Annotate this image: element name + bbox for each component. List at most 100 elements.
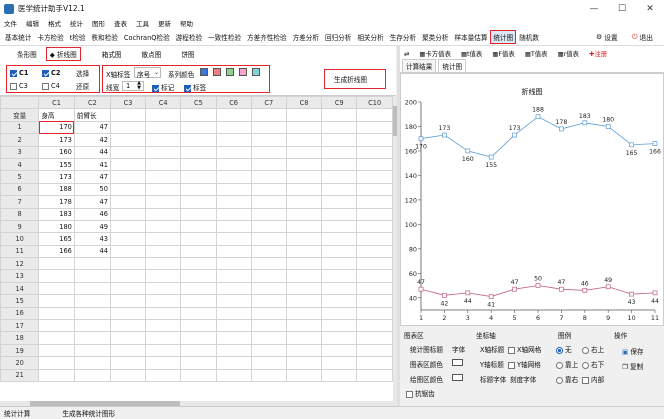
grid-cell[interactable] bbox=[215, 145, 252, 159]
menu-update[interactable]: 更新 bbox=[158, 18, 171, 28]
tab-line-chart[interactable]: ◆ 折线图 bbox=[45, 46, 81, 61]
grid-cell[interactable]: 165 bbox=[38, 232, 75, 246]
grid-cell[interactable] bbox=[215, 294, 252, 308]
linewidth-stepper[interactable]: 1 ▲ ▼ bbox=[122, 81, 144, 91]
grid-cell[interactable] bbox=[73, 343, 111, 358]
column-header-c10[interactable]: C10 bbox=[356, 96, 393, 110]
grid-cell[interactable] bbox=[180, 145, 217, 159]
grid-cell[interactable] bbox=[145, 195, 182, 209]
grid-cell[interactable] bbox=[215, 182, 252, 197]
grid-cell[interactable] bbox=[109, 368, 147, 383]
lookup-r[interactable]: ▦r值表 bbox=[558, 49, 579, 58]
module-random[interactable]: 随机数 bbox=[516, 32, 542, 42]
grid-cell[interactable]: 155 bbox=[38, 157, 75, 172]
grid-cell[interactable]: 46 bbox=[73, 207, 111, 221]
grid-cell[interactable] bbox=[250, 281, 287, 296]
variable-name-cell[interactable] bbox=[285, 108, 323, 122]
grid-cell[interactable] bbox=[356, 170, 393, 184]
tab-stat-chart[interactable]: 统计图 bbox=[438, 59, 467, 72]
grid-cell[interactable] bbox=[285, 244, 323, 259]
chart-bg-color[interactable] bbox=[452, 358, 463, 366]
grid-cell[interactable] bbox=[250, 157, 287, 172]
grid-cell[interactable] bbox=[285, 195, 323, 209]
grid-cell[interactable]: 178 bbox=[38, 195, 75, 209]
grid-cell[interactable]: 170 bbox=[38, 120, 75, 135]
maximize-button[interactable]: ☐ bbox=[608, 0, 636, 17]
exit-button[interactable]: ⏻ 退出 bbox=[632, 28, 653, 46]
grid-cell[interactable] bbox=[250, 170, 287, 184]
grid-cell[interactable] bbox=[285, 232, 323, 246]
grid-cell[interactable] bbox=[145, 207, 182, 221]
grid-cell[interactable] bbox=[109, 356, 147, 370]
grid-cell[interactable] bbox=[145, 294, 182, 308]
legend-top-radio[interactable]: 靠上 bbox=[556, 359, 578, 369]
grid-cell[interactable] bbox=[321, 170, 358, 184]
grid-cell[interactable] bbox=[38, 294, 75, 308]
grid-cell[interactable] bbox=[145, 232, 182, 246]
swap-icon[interactable]: ⇄ bbox=[404, 50, 409, 58]
grid-cell[interactable] bbox=[356, 319, 393, 333]
grid-cell[interactable] bbox=[250, 356, 287, 370]
grid-cell[interactable] bbox=[356, 120, 393, 135]
grid-cell[interactable] bbox=[180, 120, 217, 135]
variable-name-cell[interactable] bbox=[180, 108, 217, 122]
tick-font-setting[interactable]: 刻度字体 bbox=[510, 374, 536, 384]
grid-cell[interactable] bbox=[285, 182, 323, 197]
grid-cell[interactable] bbox=[356, 232, 393, 246]
grid-cell[interactable]: 41 bbox=[73, 157, 111, 172]
grid-cell[interactable] bbox=[356, 343, 393, 358]
grid-cell[interactable] bbox=[321, 120, 358, 135]
legend-inside-checkbox[interactable]: 内部 bbox=[582, 374, 604, 384]
antialias-checkbox[interactable]: 抗锯齿 bbox=[406, 388, 435, 398]
grid-cell[interactable] bbox=[38, 356, 75, 370]
grid-cell[interactable] bbox=[145, 219, 182, 234]
column-header-c3[interactable]: C3 bbox=[109, 96, 147, 110]
grid-cell[interactable]: 166 bbox=[38, 244, 75, 259]
grid-cell[interactable] bbox=[215, 281, 252, 296]
grid-cell[interactable] bbox=[73, 331, 111, 345]
grid-cell[interactable]: 173 bbox=[38, 133, 75, 147]
grid-cell[interactable] bbox=[215, 120, 252, 135]
grid-cell[interactable] bbox=[180, 306, 217, 321]
module-runs[interactable]: 游程检验 bbox=[173, 32, 205, 42]
label-checkbox[interactable]: 标签 bbox=[184, 82, 206, 92]
grid-cell[interactable] bbox=[145, 368, 182, 383]
grid-cell[interactable] bbox=[109, 294, 147, 308]
grid-cell[interactable] bbox=[38, 319, 75, 333]
grid-cell[interactable] bbox=[285, 170, 323, 184]
grid-cell[interactable] bbox=[356, 356, 393, 370]
module-rank-sum[interactable]: 秩和检验 bbox=[89, 32, 121, 42]
legend-right-radio[interactable]: 靠右 bbox=[556, 374, 578, 384]
grid-cell[interactable] bbox=[109, 269, 147, 283]
column-header-c7[interactable]: C7 bbox=[250, 96, 287, 110]
column-header-c4[interactable]: C4 bbox=[145, 96, 182, 110]
menu-edit[interactable]: 编辑 bbox=[26, 18, 39, 28]
grid-cell[interactable] bbox=[38, 368, 75, 383]
checkbox-c3[interactable]: C3 bbox=[10, 82, 28, 90]
grid-cell[interactable] bbox=[180, 257, 217, 271]
grid-cell[interactable] bbox=[215, 219, 252, 234]
lookup-T[interactable]: ▦T值表 bbox=[525, 49, 548, 58]
plot-bg-color[interactable] bbox=[452, 373, 463, 381]
grid-cell[interactable] bbox=[356, 257, 393, 271]
grid-cell[interactable] bbox=[180, 343, 217, 358]
tab-pie[interactable]: 饼图 bbox=[178, 48, 197, 60]
grid-cell[interactable] bbox=[180, 207, 217, 221]
grid-cell[interactable] bbox=[285, 368, 323, 383]
grid-cell[interactable]: 42 bbox=[73, 133, 111, 147]
grid-cell[interactable] bbox=[321, 294, 358, 308]
grid-cell[interactable] bbox=[321, 257, 358, 271]
chart-font-setting[interactable]: 字体 bbox=[452, 344, 465, 354]
grid-cell[interactable] bbox=[356, 157, 393, 172]
grid-cell[interactable] bbox=[180, 368, 217, 383]
grid-cell[interactable] bbox=[73, 269, 111, 283]
grid-cell[interactable] bbox=[285, 157, 323, 172]
grid-cell[interactable] bbox=[215, 319, 252, 333]
grid-cell[interactable] bbox=[109, 145, 147, 159]
grid-cell[interactable] bbox=[180, 195, 217, 209]
register-button[interactable]: ✚注册 bbox=[589, 49, 607, 58]
grid-cell[interactable] bbox=[145, 269, 182, 283]
grid-cell[interactable] bbox=[145, 120, 182, 135]
title-font-setting[interactable]: 标题字体 bbox=[480, 374, 506, 384]
grid-cell[interactable] bbox=[109, 207, 147, 221]
